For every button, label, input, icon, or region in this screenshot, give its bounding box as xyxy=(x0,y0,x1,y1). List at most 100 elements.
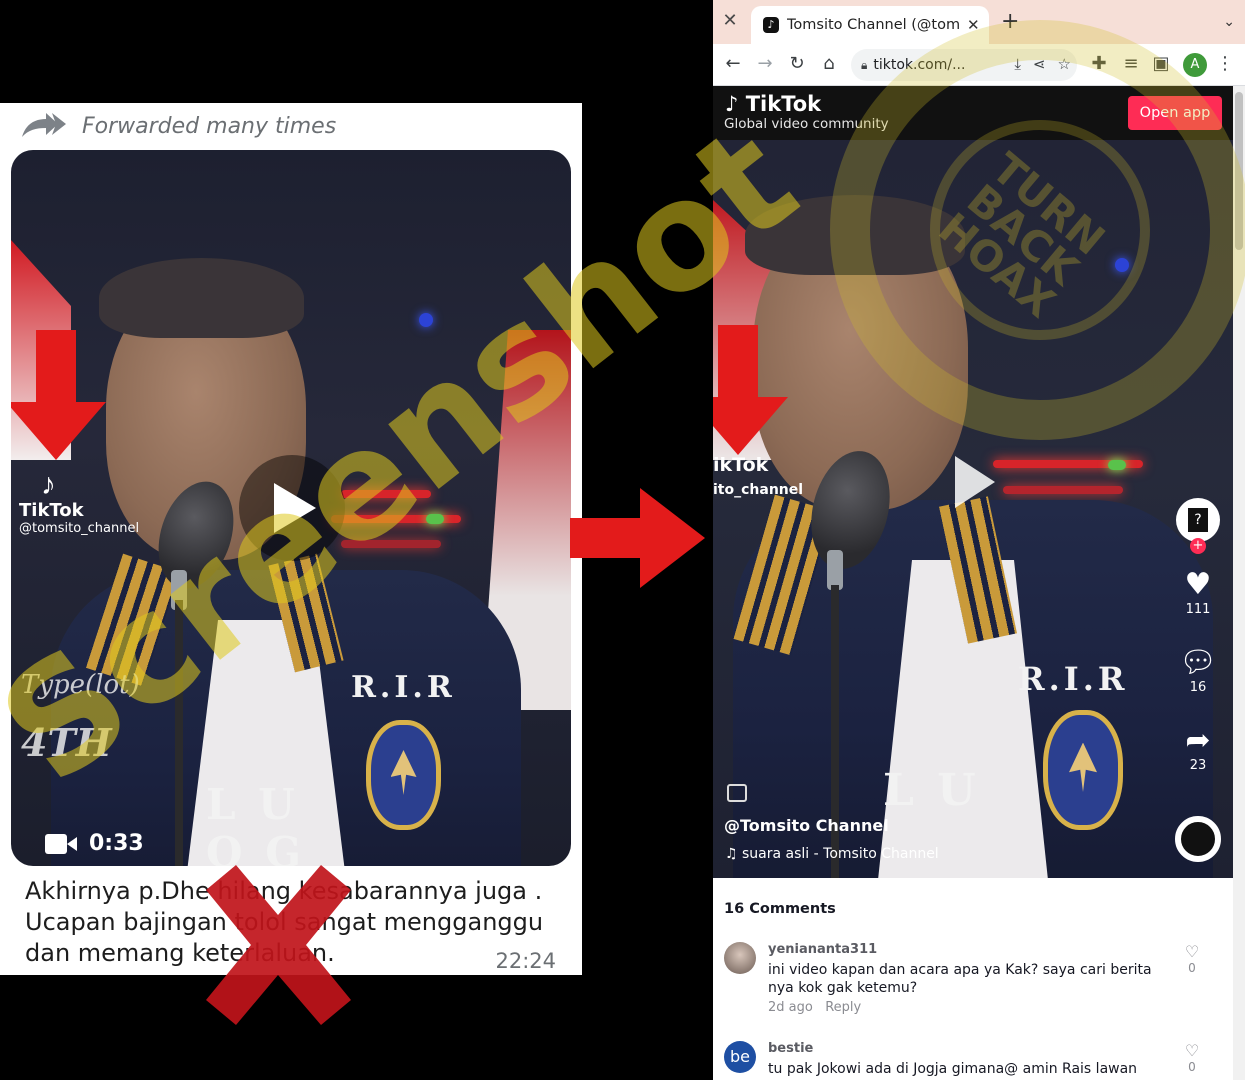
jacket-lettering: R.I.R xyxy=(1018,660,1129,698)
share-icon[interactable]: ⋖ xyxy=(1033,55,1046,73)
comments-section: 16 Comments yeniananta311 ini video kapa… xyxy=(713,878,1233,1080)
star-icon[interactable]: ☆ xyxy=(1058,55,1071,73)
video-frame: R.I.R L U xyxy=(713,140,1233,878)
tiktok-tagline: Global video community xyxy=(724,116,889,132)
home-icon[interactable]: ⌂ xyxy=(817,52,841,76)
lock-icon: 🔒︎ xyxy=(861,57,868,72)
scrollbar-thumb[interactable] xyxy=(1235,92,1243,250)
tiktok-note-icon: ♪ xyxy=(41,468,56,501)
music-note-icon: ♫ xyxy=(725,846,743,862)
comment-username[interactable]: yeniananta311 xyxy=(768,942,877,957)
jacket-badge xyxy=(1043,710,1123,830)
tiktok-brand[interactable]: ♪ TikTok xyxy=(725,92,821,116)
red-arrow-right-icon xyxy=(570,488,705,588)
comment-text: ini video kapan dan acara apa ya Kak? sa… xyxy=(768,962,1152,996)
tshirt-text: L U xyxy=(883,765,980,816)
forwarded-many-times-icon xyxy=(22,113,66,137)
reload-icon[interactable]: ↻ xyxy=(785,52,809,76)
comment-like[interactable]: ♡ 0 xyxy=(1182,1041,1202,1074)
avatar xyxy=(1176,498,1220,542)
like-action[interactable]: ♥ 111 xyxy=(1173,567,1223,618)
profile-avatar[interactable]: A xyxy=(1183,53,1207,77)
video-camera-icon xyxy=(45,833,77,854)
address-bar[interactable]: 🔒︎ tiktok.com/... ⤓ ⋖ ☆ xyxy=(851,49,1077,81)
new-tab-icon[interactable]: + xyxy=(1001,11,1019,33)
tiktok-logo-icon: ♪ xyxy=(725,92,739,116)
comment-item: yeniananta311 ini video kapan dan acara … xyxy=(724,942,1224,1022)
tiktok-favicon-icon: ♪ xyxy=(763,17,779,33)
share-action[interactable]: ➦ 23 xyxy=(1173,723,1223,774)
stage-light xyxy=(1115,258,1129,272)
tiktok-watermark: ♪ TikTok @tomsito_channel xyxy=(19,468,140,537)
browser-toolbar: ← → ↻ ⌂ 🔒︎ tiktok.com/... ⤓ ⋖ ☆ ✚ ≡ ▣ A … xyxy=(713,44,1245,86)
microphone-stand xyxy=(175,600,183,866)
comment-avatar[interactable]: be xyxy=(724,1041,756,1073)
red-arrow-down-icon xyxy=(713,325,788,455)
tab-tomsito-channel[interactable]: ♪ Tomsito Channel (@tomsito ✕ xyxy=(751,6,989,44)
jacket-badge xyxy=(366,720,441,830)
reply-link[interactable]: Reply xyxy=(825,1000,861,1015)
comment-bubble-icon: 💬︎ xyxy=(1178,645,1218,680)
follow-plus-icon[interactable]: + xyxy=(1190,538,1206,554)
menu-icon[interactable]: ⋮ xyxy=(1213,52,1237,76)
sound-label: suara asli - Tomsito Channel xyxy=(742,846,939,862)
red-x-mark-icon xyxy=(206,865,351,1025)
video-thumbnail[interactable]: R.I.R L U O G Type(lot) 4TH ♪ TikTok @to… xyxy=(11,150,571,866)
forwarded-indicator: Forwarded many times xyxy=(20,111,336,141)
person-hair xyxy=(745,195,965,275)
side-panel-icon[interactable]: ▣ xyxy=(1149,52,1173,76)
comment-meta: 2d ago Reply xyxy=(768,1000,861,1015)
tiktok-watermark-logo: ikTok xyxy=(713,454,769,476)
play-icon[interactable] xyxy=(955,456,995,508)
red-arrow-down-icon xyxy=(11,330,106,460)
author-avatar[interactable]: + xyxy=(1173,498,1223,554)
tshirt-text: L U xyxy=(206,780,299,829)
message-timestamp: 22:24 xyxy=(495,949,556,973)
tiktok-watermark-logo: TikTok xyxy=(19,500,84,521)
tab-close-icon[interactable]: ✕ xyxy=(967,16,980,34)
comment-like-count: 0 xyxy=(1188,961,1196,975)
heart-icon: ♥ xyxy=(1184,567,1212,602)
comment-avatar[interactable] xyxy=(724,942,756,974)
comment-count: 16 xyxy=(1189,680,1207,695)
stage-light xyxy=(341,540,441,548)
video-sound[interactable]: ♫ suara asli - Tomsito Channel xyxy=(725,846,939,862)
tiktok-watermark-handle: @tomsito_channel xyxy=(19,521,140,536)
chevron-down-icon[interactable]: ⌄ xyxy=(1223,14,1235,30)
close-icon[interactable]: ✕ xyxy=(721,12,739,30)
video-author[interactable]: @Tomsito Channel xyxy=(724,816,889,835)
extensions-icon[interactable]: ✚ xyxy=(1087,52,1111,76)
comparison-graphic: Forwarded many times R.I.R L U O G Type(… xyxy=(0,0,1245,1080)
handwriting-overlay: Type(lot) xyxy=(21,670,140,700)
stage-light xyxy=(426,514,444,524)
tiktok-watermark-handle: ito_channel xyxy=(713,482,804,498)
jacket-lettering: R.I.R xyxy=(351,670,456,705)
comments-header: 16 Comments xyxy=(724,901,836,917)
reading-list-icon[interactable]: ≡ xyxy=(1119,52,1143,76)
stage-light xyxy=(419,313,433,327)
person-hair xyxy=(99,258,304,338)
tiktok-video-player[interactable]: R.I.R L U ikTok ito_channel @Tomsito Cha… xyxy=(713,140,1233,878)
page-scrollbar[interactable] xyxy=(1233,86,1245,1080)
microphone-clip xyxy=(827,550,843,590)
tab-title: Tomsito Channel (@tomsito xyxy=(787,17,959,33)
open-app-button[interactable]: Open app xyxy=(1128,96,1222,130)
comment-age: 2d ago xyxy=(768,1000,813,1015)
captions-icon[interactable] xyxy=(727,784,747,802)
install-icon[interactable]: ⤓ xyxy=(1014,55,1021,73)
comment-action[interactable]: 💬︎ 16 xyxy=(1173,645,1223,696)
video-duration: 0:33 xyxy=(45,831,144,856)
address-bar-actions: ⤓ ⋖ ☆ xyxy=(1014,55,1071,73)
comment-item: be bestie tu pak Jokowi ada di Jogja gim… xyxy=(724,1041,1224,1080)
music-disc-icon[interactable] xyxy=(1175,816,1221,862)
stage-light xyxy=(1108,460,1126,470)
tiktok-header: ♪ TikTok Global video community Open app xyxy=(713,86,1245,140)
forward-icon[interactable]: → xyxy=(753,52,777,76)
tiktok-watermark: ikTok ito_channel xyxy=(713,454,803,498)
back-icon[interactable]: ← xyxy=(721,52,745,76)
comment-like[interactable]: ♡ 0 xyxy=(1182,942,1202,975)
duration-label: 0:33 xyxy=(89,831,144,856)
like-count: 111 xyxy=(1185,602,1211,617)
comment-username[interactable]: bestie xyxy=(768,1041,813,1056)
share-arrow-icon: ➦ xyxy=(1185,723,1211,758)
